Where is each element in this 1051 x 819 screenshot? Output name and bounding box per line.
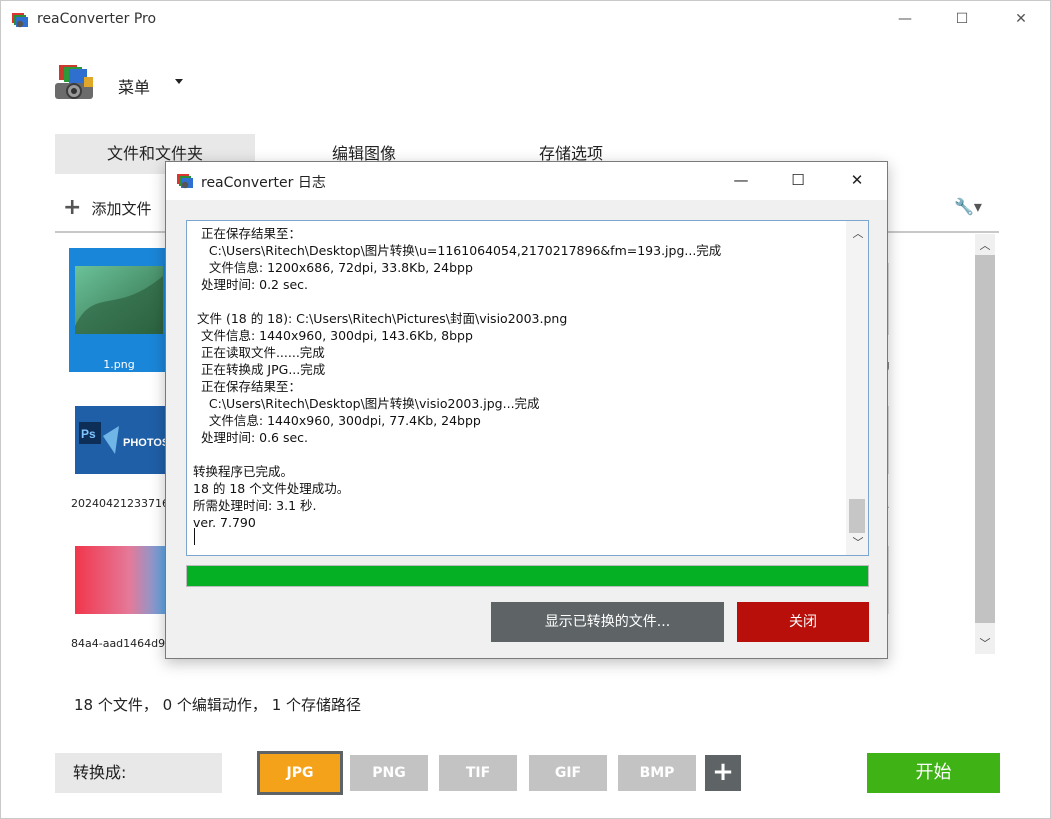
add-files-label: 添加文件 [91, 199, 152, 218]
scroll-down-icon[interactable]: ﹀ [977, 635, 993, 651]
format-gif-button[interactable]: GIF [529, 755, 607, 791]
file-label: 1.png [103, 358, 135, 371]
log-line: 所需处理时间: 3.1 秒. [193, 498, 317, 513]
format-jpg-button[interactable]: JPG [257, 751, 343, 795]
convert-to-label: 转换成: [55, 753, 222, 793]
text-cursor [194, 528, 195, 545]
file-tile[interactable]: 1.png [69, 248, 169, 372]
log-line: C:\Users\Ritech\Desktop\图片转换\u=116106405… [193, 243, 722, 258]
minimize-icon[interactable]: — [895, 9, 915, 29]
log-scrollbar-thumb[interactable] [849, 499, 865, 533]
main-window: reaConverter Pro — ☐ ✕ 菜单 文件和文件夹 编辑图像 存储… [0, 0, 1051, 819]
svg-text:PHOTOS: PHOTOS [123, 437, 167, 449]
close-icon[interactable]: ✕ [1011, 9, 1031, 29]
plus-icon: + [63, 195, 82, 220]
log-line: 处理时间: 0.2 sec. [193, 277, 309, 292]
app-icon [177, 174, 193, 189]
app-title: reaConverter Pro [37, 11, 157, 27]
progress-fill [187, 566, 868, 586]
maximize-icon[interactable]: ☐ [952, 9, 972, 29]
scrollbar-thumb[interactable] [975, 255, 995, 623]
log-line: ver. 7.790 [193, 515, 256, 530]
app-logo[interactable] [55, 63, 97, 103]
log-line: 文件信息: 1440x960, 300dpi, 77.4Kb, 24bpp [193, 413, 481, 428]
format-tif-button[interactable]: TIF [439, 755, 517, 791]
log-line: 正在读取文件......完成 [193, 345, 325, 360]
maximize-icon[interactable]: ☐ [788, 170, 808, 190]
chevron-down-icon[interactable] [175, 79, 183, 84]
menu-button[interactable]: 菜单 [118, 74, 150, 98]
progress-bar [186, 565, 869, 587]
app-icon [12, 13, 28, 28]
file-label: 84a4-aad1464d9 [71, 637, 166, 650]
add-files-button[interactable]: + 添加文件 [63, 196, 151, 220]
log-line: 正在保存结果至： [193, 226, 301, 241]
scroll-up-icon[interactable]: ︿ [850, 225, 866, 241]
file-tile[interactable]: 84a4-aad1464d9 [69, 546, 169, 656]
format-png-button[interactable]: PNG [350, 755, 428, 791]
log-dialog: reaConverter 日志 — ☐ ✕ 正在保存结果至： C:\Users\… [165, 161, 888, 659]
log-line: 文件信息: 1440x960, 300dpi, 143.6Kb, 8bpp [193, 328, 473, 343]
minimize-icon[interactable]: — [731, 170, 751, 190]
scroll-up-icon[interactable]: ︿ [977, 237, 993, 253]
file-tile[interactable]: Ps PHOTOS 20240421233716 [69, 406, 169, 516]
file-thumbnail [75, 546, 167, 614]
log-line: 文件信息: 1200x686, 72dpi, 33.8Kb, 24bpp [193, 260, 473, 275]
status-summary: 18 个文件， 0 个编辑动作， 1 个存储路径 [74, 696, 362, 714]
file-thumbnail: Ps PHOTOS [75, 406, 167, 474]
title-bar: reaConverter Pro — ☐ ✕ [1, 1, 1051, 39]
log-line: 转换程序已完成。 [193, 464, 294, 479]
log-line: 文件 (18 的 18): C:\Users\Ritech\Pictures\封… [193, 311, 568, 326]
file-label: 20240421233716 [71, 497, 169, 510]
log-line: 正在转换成 JPG...完成 [193, 362, 326, 377]
log-content: 正在保存结果至： C:\Users\Ritech\Desktop\图片转换\u=… [193, 225, 843, 531]
dialog-title-bar: reaConverter 日志 — ☐ ✕ [166, 162, 887, 200]
show-converted-files-button[interactable]: 显示已转换的文件... [491, 602, 724, 642]
log-line: C:\Users\Ritech\Desktop\图片转换\visio2003.j… [193, 396, 540, 411]
close-dialog-button[interactable]: 关闭 [737, 602, 869, 642]
log-textarea[interactable]: 正在保存结果至： C:\Users\Ritech\Desktop\图片转换\u=… [186, 220, 869, 556]
start-button[interactable]: 开始 [867, 753, 1000, 793]
svg-text:Ps: Ps [81, 427, 96, 441]
wrench-icon[interactable]: 🔧▾ [954, 197, 992, 219]
log-line: 处理时间: 0.6 sec. [193, 430, 309, 445]
scroll-down-icon[interactable]: ﹀ [850, 534, 866, 550]
log-line: 18 的 18 个文件处理成功。 [193, 481, 350, 496]
close-icon[interactable]: ✕ [847, 170, 867, 190]
dialog-title: reaConverter 日志 [201, 175, 326, 191]
format-bmp-button[interactable]: BMP [618, 755, 696, 791]
file-thumbnail [75, 266, 163, 334]
log-line: 正在保存结果至： [193, 379, 301, 394]
add-format-button[interactable]: + [705, 755, 741, 791]
